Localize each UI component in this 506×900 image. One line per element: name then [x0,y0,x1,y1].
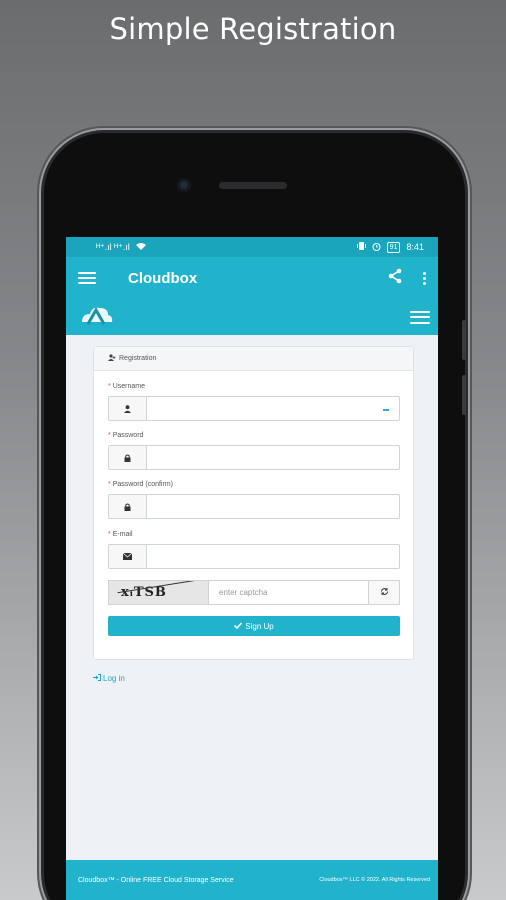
site-menu-icon[interactable] [410,310,430,324]
sign-up-label: Sign Up [245,621,274,631]
footer-copyright: Cloudbox™ LLC © 2022. All Rights Reserve… [319,877,430,883]
battery-icon: 91 [386,241,401,253]
app-title: Cloudbox [128,269,198,287]
promo-title: Simple Registration [109,12,397,46]
earpiece-speaker [219,182,287,189]
email-field[interactable] [108,544,400,569]
overflow-menu-icon[interactable] [423,271,426,285]
app-screen: ᴴ⁺.ıl ᴴ⁺.ıl 91 8:41 Cloudbox Registratio… [66,237,438,900]
captcha-row: xᵢTSB enter captcha [108,580,400,605]
footer: Cloudbox™ - Online FREE Cloud Storage Se… [66,860,438,900]
sign-up-button[interactable]: Sign Up [108,616,400,636]
cloudbox-logo[interactable] [78,302,114,333]
signal-icon: ᴴ⁺.ıl ᴴ⁺.ıl [96,241,130,252]
vibrate-icon [356,242,366,252]
card-heading: Registration [119,355,157,362]
card-header: Registration [94,347,413,371]
add-user-icon [108,354,116,363]
battery-level: 91 [386,241,401,253]
password-field[interactable] [108,445,400,470]
login-link[interactable]: Log in [93,674,125,683]
lock-icon [109,446,147,469]
email-input[interactable] [147,545,399,568]
username-label: * Username [108,383,145,390]
envelope-icon [109,545,147,568]
password-confirm-input[interactable] [147,495,399,518]
footer-tagline: Cloudbox™ - Online FREE Cloud Storage Se… [78,876,234,884]
wifi-icon [135,242,146,252]
email-label: * E-mail [108,531,133,538]
clock-time: 8:41 [406,242,424,252]
power-button [462,375,466,415]
front-camera [177,178,191,192]
password-input[interactable] [147,446,399,469]
check-icon [234,621,243,631]
username-input[interactable] [147,397,399,420]
password-confirm-field[interactable] [108,494,400,519]
refresh-icon [380,587,389,599]
nav-menu-icon[interactable] [78,272,96,284]
login-label: Log in [103,674,125,683]
app-bar: Cloudbox [66,257,438,299]
alarm-icon [372,242,381,253]
registration-card: Registration * Username * Password * Pas… [93,346,414,660]
username-field[interactable] [108,396,400,421]
site-header [66,299,438,335]
password-label: * Password [108,432,144,439]
volume-button [462,320,466,360]
captcha-image: xᵢTSB [108,580,209,605]
lock-icon [109,495,147,518]
refresh-captcha-button[interactable] [369,580,400,605]
captcha-input[interactable]: enter captcha [209,580,369,605]
share-icon[interactable] [387,268,403,288]
password-confirm-label: * Password (confirm) [108,481,173,488]
status-bar: ᴴ⁺.ıl ᴴ⁺.ıl 91 8:41 [66,237,438,257]
user-icon [109,397,147,420]
sign-in-icon [93,674,101,683]
